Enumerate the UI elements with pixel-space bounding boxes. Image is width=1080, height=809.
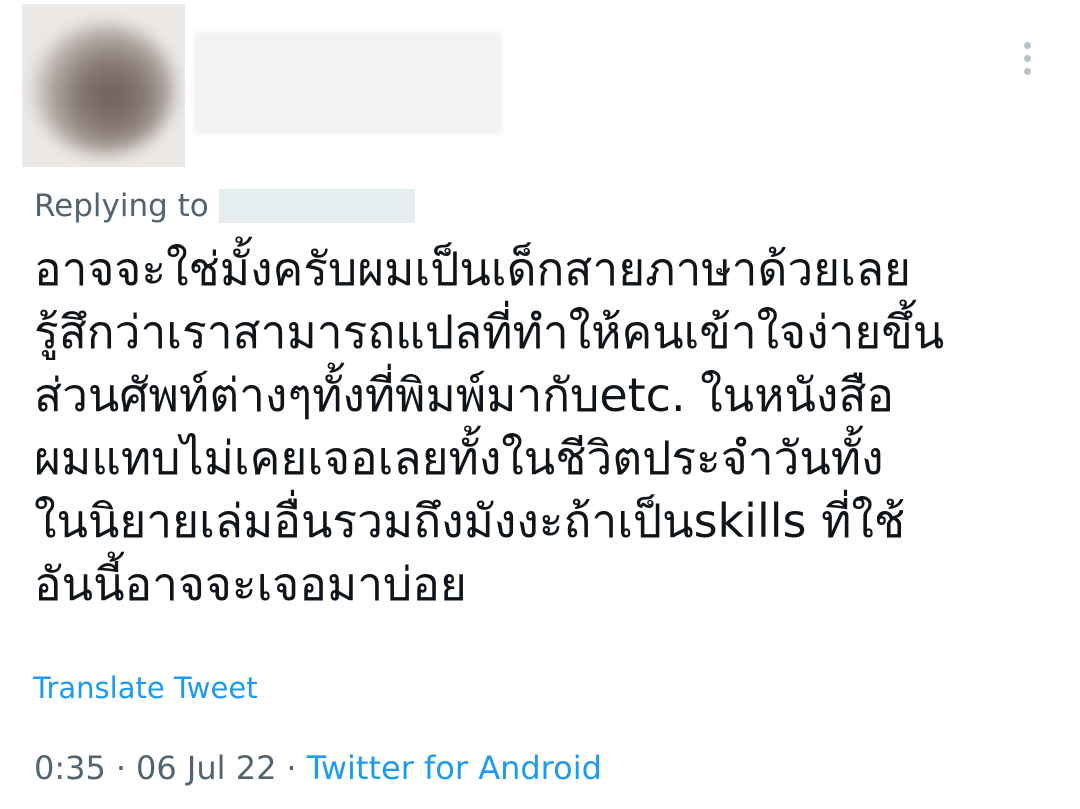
author-name-redacted[interactable] [194,32,502,134]
tweet-text: อาจจะใช่มั้งครับผมเป็นเด็กสายภาษาด้วยเลย… [34,238,1064,616]
tweet-time[interactable]: 0:35 [34,749,106,787]
tweet-text-line: อันนี้อาจจะเจอมาบ่อย [34,557,467,611]
tweet-text-line: ในนิยายเล่มอื่นรวมถึงมังงะถ้าเป็นskills … [34,494,906,548]
tweet-text-line: ส่วนศัพท์ต่างๆทั้งที่พิมพ์มากับetc. ในหน… [34,368,895,422]
meta-separator: · [286,749,297,787]
tweet-date[interactable]: 06 Jul 22 [136,749,276,787]
tweet-text-line: อาจจะใช่มั้งครับผมเป็นเด็กสายภาษาด้วยเลย [34,242,911,296]
replying-to-label: Replying to [34,188,209,224]
tweet-text-line: รู้สึกว่าเราสามารถแปลที่ทำให้คนเข้าใจง่า… [34,305,945,359]
more-vertical-icon [1023,41,1031,49]
meta-separator: · [115,749,127,787]
translate-tweet-link[interactable]: Translate Tweet [33,668,258,708]
more-vertical-icon-dot [1023,67,1031,75]
more-vertical-icon-dot [1023,54,1031,62]
reply-handle-redacted[interactable] [218,189,415,223]
tweet-source-link[interactable]: Twitter for Android [307,749,602,787]
more-options-button[interactable] [1012,36,1042,80]
avatar-image-blurred [34,24,174,154]
avatar[interactable] [22,4,185,167]
tweet-text-line: ผมแทบไม่เคยเจอเลยทั้งในชีวิตประจำวันทั้ง [34,431,884,485]
replying-to: Replying to [34,186,415,226]
tweet-meta: 0:35 · 06 Jul 22 · Twitter for Android [34,746,602,790]
